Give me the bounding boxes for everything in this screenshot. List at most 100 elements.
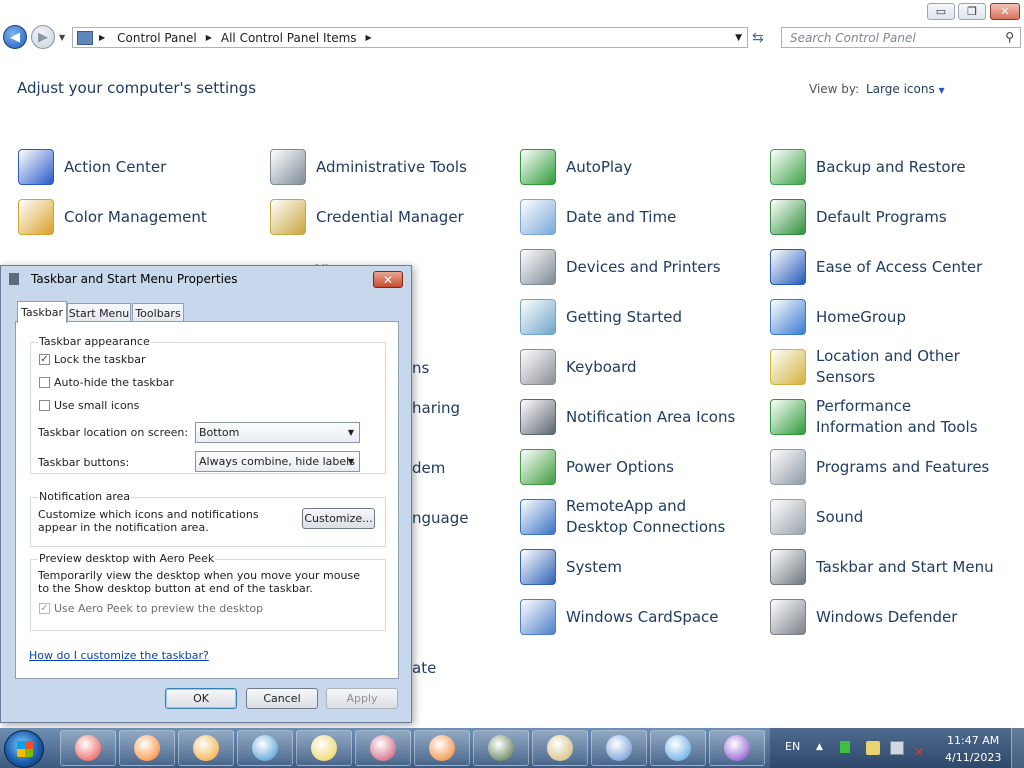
cp-item[interactable]: Getting Started — [520, 295, 750, 339]
breadcrumb-control-panel[interactable]: Control Panel — [117, 31, 197, 45]
cp-item[interactable]: Location and Other Sensors — [770, 345, 1000, 389]
volume-muted-icon[interactable]: ✕ — [914, 741, 930, 759]
cp-item[interactable]: Windows CardSpace — [520, 595, 750, 639]
buttons-select[interactable]: Always combine, hide labels ▼ — [195, 451, 360, 472]
cp-item[interactable]: Action Center — [18, 145, 248, 189]
aero-peek-label[interactable]: Use Aero Peek to preview the desktop — [54, 602, 263, 615]
action-center-flag-icon[interactable] — [866, 741, 880, 755]
cp-item[interactable]: Performance Information and Tools — [770, 395, 1000, 439]
show-desktop-button[interactable] — [1011, 728, 1024, 768]
clock-date[interactable]: 4/11/2023 — [945, 751, 1001, 764]
cp-item[interactable]: HomeGroup — [770, 295, 1000, 339]
cp-item[interactable]: Notification Area Icons — [520, 395, 750, 439]
cp-item[interactable]: System — [520, 545, 750, 589]
cp-item[interactable]: Credential Manager — [270, 195, 500, 239]
view-by-dropdown[interactable]: Large icons ▼ — [866, 82, 945, 96]
cp-item[interactable]: Color Management — [18, 195, 248, 239]
cp-item[interactable]: Date and Time — [520, 195, 750, 239]
breadcrumb-separator-icon[interactable]: ▶ — [366, 33, 372, 42]
cp-item[interactable]: Backup and Restore — [770, 145, 1000, 189]
cp-item[interactable]: AutoPlay — [520, 145, 750, 189]
cp-item[interactable]: Keyboard — [520, 345, 750, 389]
address-bar[interactable]: ▶ Control Panel ▶ All Control Panel Item… — [72, 27, 748, 48]
cp-item[interactable]: Power Options — [520, 445, 750, 489]
maximize-button[interactable]: ❐ — [958, 3, 986, 20]
apply-button[interactable]: Apply — [326, 688, 398, 709]
recent-pages-chevron-icon[interactable]: ▼ — [59, 33, 65, 42]
lock-taskbar-checkbox[interactable]: ✓ — [39, 354, 50, 365]
cp-item[interactable]: Windows Defender — [770, 595, 1000, 639]
network-activity-icon[interactable] — [840, 741, 850, 753]
flag-icon — [18, 149, 54, 185]
chevron-down-icon: ▼ — [938, 86, 945, 95]
taskbar-app-button[interactable] — [591, 730, 647, 766]
taskbar-app-button[interactable] — [237, 730, 293, 766]
firefox-icon — [134, 735, 160, 761]
forward-button[interactable]: ▶ — [31, 25, 55, 49]
taskbar-app-button[interactable] — [414, 730, 470, 766]
autohide-label[interactable]: Auto-hide the taskbar — [54, 376, 174, 389]
aero-peek-checkbox[interactable]: ✓ — [39, 603, 50, 614]
back-button[interactable]: ◀ — [3, 25, 27, 49]
tab-toolbars[interactable]: Toolbars — [132, 303, 184, 322]
taskbar-app-button[interactable] — [296, 730, 352, 766]
taskbar-app-button[interactable] — [60, 730, 116, 766]
breadcrumb-all-items[interactable]: All Control Panel Items — [221, 31, 357, 45]
help-link[interactable]: How do I customize the taskbar? — [29, 649, 209, 662]
search-input[interactable]: Search Control Panel ⚲ — [781, 27, 1021, 48]
breadcrumb-separator-icon[interactable]: ▶ — [206, 33, 212, 42]
cancel-button[interactable]: Cancel — [246, 688, 318, 709]
cp-item[interactable]: RemoteApp and Desktop Connections — [520, 495, 750, 539]
autohide-checkbox[interactable] — [39, 377, 50, 388]
taskbar-app-button[interactable] — [355, 730, 411, 766]
clock-time[interactable]: 11:47 AM — [947, 734, 999, 747]
start-button[interactable] — [4, 730, 44, 768]
close-button[interactable]: ✕ — [990, 3, 1020, 20]
cp-item[interactable]: Ease of Access Center — [770, 245, 1000, 289]
cp-item[interactable]: Default Programs — [770, 195, 1000, 239]
system-icon — [520, 549, 556, 585]
cp-item[interactable]: Devices and Printers — [520, 245, 750, 289]
ok-button[interactable]: OK — [165, 688, 237, 709]
cp-item[interactable]: Administrative Tools — [270, 145, 500, 189]
location-value: Bottom — [199, 426, 240, 439]
customize-button[interactable]: Customize... — [302, 508, 375, 529]
language-indicator[interactable]: EN — [785, 740, 800, 753]
search-icon[interactable]: ⚲ — [1005, 30, 1014, 44]
taskbar-app-button[interactable] — [119, 730, 175, 766]
hidden-item-partial[interactable]: haring — [412, 399, 460, 417]
hidden-item-partial[interactable]: ns — [412, 359, 429, 377]
hidden-item-partial[interactable]: ate — [412, 659, 436, 677]
taskbar-app-button[interactable] — [650, 730, 706, 766]
location-select[interactable]: Bottom ▼ — [195, 422, 360, 443]
refresh-icon[interactable]: ⇆ — [752, 30, 764, 46]
tab-start-menu[interactable]: Start Menu — [67, 303, 131, 322]
tab-taskbar[interactable]: Taskbar — [17, 301, 67, 323]
taskbar-app-button[interactable] — [178, 730, 234, 766]
cp-item[interactable]: Taskbar and Start Menu — [770, 545, 1000, 589]
cp-item-label: RemoteApp and Desktop Connections — [566, 497, 726, 536]
scissors-icon — [370, 735, 396, 761]
cp-item-label: Default Programs — [816, 207, 947, 226]
hidden-item-partial[interactable]: nguage — [412, 509, 468, 527]
network-icon[interactable] — [890, 741, 904, 755]
small-icons-checkbox[interactable] — [39, 400, 50, 411]
cp-item[interactable]: Programs and Features — [770, 445, 1000, 489]
cp-item-label: Credential Manager — [316, 207, 464, 226]
small-icons-label[interactable]: Use small icons — [54, 399, 139, 412]
breadcrumb-separator-icon[interactable]: ▶ — [99, 33, 105, 42]
ease-icon — [770, 249, 806, 285]
cp-item-label: Ease of Access Center — [816, 257, 983, 276]
taskbar-app-button[interactable] — [532, 730, 588, 766]
cp-item[interactable]: Sound — [770, 495, 1000, 539]
lock-taskbar-label[interactable]: Lock the taskbar — [54, 353, 146, 366]
clock-icon — [520, 199, 556, 235]
sublime-icon — [429, 735, 455, 761]
hidden-item-partial[interactable]: dem — [412, 459, 445, 477]
taskbar-app-button[interactable] — [709, 730, 765, 766]
show-hidden-icons-chevron-icon[interactable]: ▲ — [816, 742, 823, 752]
dialog-close-button[interactable]: ✕ — [373, 271, 403, 288]
taskbar-app-button[interactable] — [473, 730, 529, 766]
minimize-button[interactable]: ▭ — [927, 3, 955, 20]
address-dropdown-icon[interactable]: ▼ — [735, 33, 742, 43]
